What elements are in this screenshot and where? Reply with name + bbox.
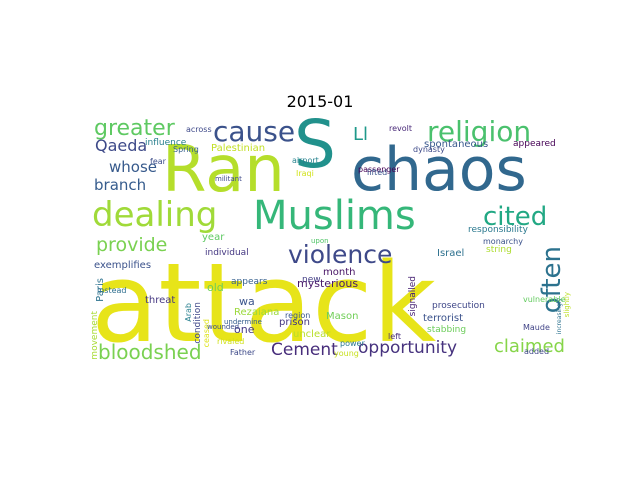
- cloud-word: Muslims: [253, 193, 416, 239]
- cloud-word: individual: [205, 248, 249, 258]
- word-cloud: attack S Ran chaos Muslims dealing religion cau…: [91, 118, 575, 370]
- cloud-word: across: [186, 125, 212, 134]
- cloud-word: monarchy: [483, 237, 523, 246]
- cloud-word: string: [486, 245, 512, 255]
- cloud-word: threat: [145, 295, 176, 306]
- cloud-word: stabbing: [427, 325, 467, 335]
- cloud-word: cause: [213, 118, 296, 148]
- cloud-word: power: [340, 339, 365, 348]
- cloud-word: provide: [96, 234, 168, 256]
- cloud-word: old: [207, 281, 224, 294]
- cloud-word: Israel: [437, 248, 465, 259]
- cloud-word: Maude: [523, 323, 550, 332]
- cloud-word: left: [388, 332, 401, 341]
- cloud-word: Ll: [353, 124, 369, 145]
- cloud-word: Rezaiana: [234, 307, 280, 318]
- cloud-word: fear: [150, 157, 166, 166]
- cloud-word: terrorist: [423, 313, 464, 324]
- chart-title: 2015-01: [286, 92, 354, 111]
- cloud-word: signalled: [408, 276, 418, 317]
- cloud-word: prosecution: [432, 301, 485, 311]
- cloud-word: branch: [94, 176, 147, 194]
- cloud-word: appears: [231, 277, 268, 287]
- cloud-word: unclear: [293, 329, 331, 340]
- cloud-word: airport: [292, 156, 319, 165]
- cloud-word: lifted: [367, 168, 388, 177]
- cloud-word: instead: [97, 286, 127, 295]
- cloud-word: month: [323, 267, 356, 278]
- cloud-word: exemplifies: [94, 260, 152, 271]
- cloud-word: dynasty: [413, 145, 445, 154]
- cloud-word: militant: [215, 175, 242, 183]
- cloud-word: wa: [239, 295, 255, 308]
- cloud-word: revolt: [389, 124, 413, 133]
- cloud-word: Cement: [271, 340, 338, 360]
- cloud-word: Arab: [184, 303, 193, 322]
- cloud-word: Iraqi: [296, 169, 314, 178]
- cloud-word: Qaeda: [95, 136, 148, 155]
- cloud-word: Mason: [326, 311, 359, 322]
- cloud-word: young: [334, 349, 359, 358]
- cloud-word: undermine: [224, 318, 262, 326]
- cloud-word: Palestinian: [211, 143, 266, 154]
- cloud-word: appeared: [513, 139, 556, 149]
- cloud-word: dealing: [92, 195, 218, 235]
- cloud-word: Father: [230, 348, 256, 357]
- cloud-word: opportunity: [358, 338, 458, 358]
- cloud-word: responsibility: [468, 225, 528, 235]
- cloud-word: Spring: [173, 145, 199, 154]
- cloud-word: movement: [91, 311, 100, 360]
- cloud-word: upon: [311, 237, 329, 245]
- cloud-word: rivaled: [217, 337, 245, 346]
- cloud-word: violence: [288, 240, 393, 269]
- cloud-word: mysterious: [297, 277, 359, 290]
- cloud-word: vulnerable: [523, 295, 566, 304]
- cloud-word: added: [524, 347, 550, 356]
- cloud-word: bloodshed: [98, 340, 202, 364]
- cloud-word: region: [285, 311, 311, 320]
- cloud-word: year: [202, 232, 225, 243]
